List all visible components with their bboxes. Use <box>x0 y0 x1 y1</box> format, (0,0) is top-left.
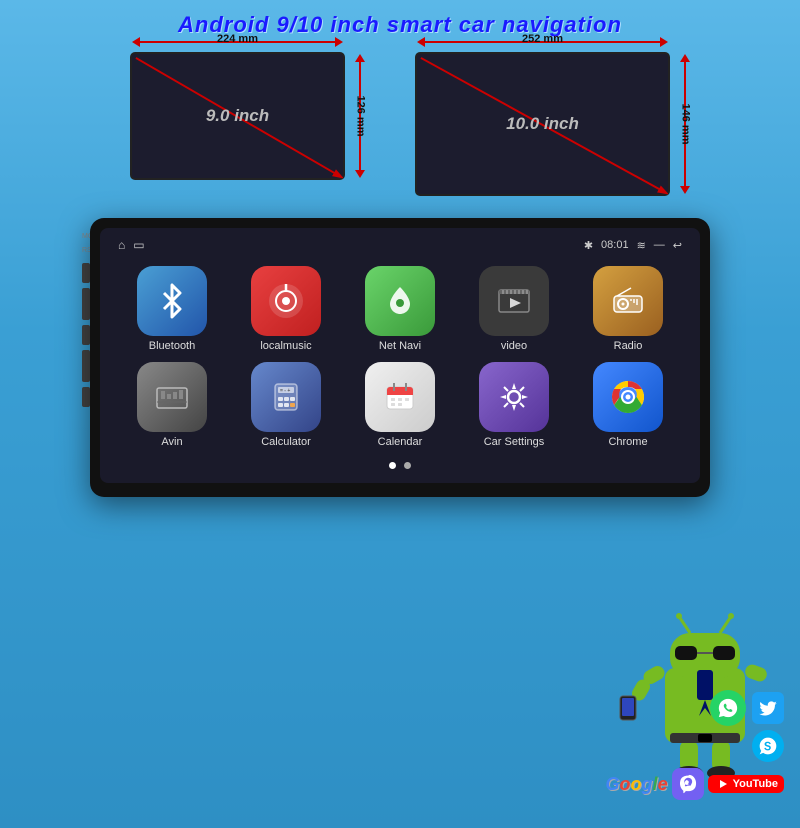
app-chrome[interactable]: Chrome <box>576 362 680 448</box>
avin-icon-bg <box>137 362 207 432</box>
app-netnavi[interactable]: Net Navi <box>348 266 452 352</box>
calendar-label: Calendar <box>378 436 423 448</box>
avin-label: Avin <box>161 436 182 448</box>
diagram-10inch: 252 mm 146 mm 10.0 inch <box>415 52 670 196</box>
app-calculator[interactable]: = - + Calculator <box>234 362 338 448</box>
back-icon: ↩ <box>673 239 682 252</box>
app-avin[interactable]: Avin <box>120 362 224 448</box>
app-radio[interactable]: Radio <box>576 266 680 352</box>
chrome-label: Chrome <box>608 436 647 448</box>
netnavi-label: Net Navi <box>379 340 421 352</box>
app-carsettings[interactable]: Car Settings <box>462 362 566 448</box>
bluetooth-status-icon: ✱ <box>584 239 593 252</box>
calculator-icon-bg: = - + <box>251 362 321 432</box>
page-dots <box>112 462 688 469</box>
skype-icon <box>752 730 784 762</box>
dot-1 <box>389 462 396 469</box>
signal-icon: ≋ <box>637 239 646 252</box>
app-localmusic[interactable]: localmusic <box>234 266 338 352</box>
carsettings-label: Car Settings <box>484 436 545 448</box>
netnavi-icon-bg <box>365 266 435 336</box>
video-label: video <box>501 340 527 352</box>
whatsapp-icon <box>710 690 746 726</box>
calculator-label: Calculator <box>261 436 311 448</box>
localmusic-icon-bg <box>251 266 321 336</box>
video-icon-bg <box>479 266 549 336</box>
bluetooth-label: Bluetooth <box>149 340 195 352</box>
bluetooth-icon-bg <box>137 266 207 336</box>
google-text: Google <box>606 774 668 795</box>
app-grid: Bluetooth localmusic <box>112 262 688 452</box>
carsettings-icon-bg <box>479 362 549 432</box>
youtube-icon: YouTube <box>708 775 784 793</box>
time-display: 08:01 <box>601 239 629 251</box>
diagram-9inch: 224 mm 126 mm 9.0 inch <box>130 52 345 196</box>
status-bar: ⌂ ▭ ✱ 08:01 ≋ — ↩ <box>112 236 688 254</box>
dim9-label: 9.0 inch <box>206 106 269 126</box>
app-bluetooth[interactable]: Bluetooth <box>120 266 224 352</box>
dim9-width: 224 mm <box>217 33 258 45</box>
dim9-height: 126 mm <box>355 96 367 137</box>
minimize-status-icon: ▭ <box>133 238 144 252</box>
dim10-width: 252 mm <box>522 33 563 45</box>
calendar-icon-bg <box>365 362 435 432</box>
localmusic-label: localmusic <box>260 340 311 352</box>
dim10-label: 10.0 inch <box>506 114 579 134</box>
dim10-height: 146 mm <box>680 104 692 145</box>
social-icons-container: Google YouTube <box>606 690 784 800</box>
minimize-icon: — <box>654 239 665 251</box>
car-unit: ⌂ ▭ ✱ 08:01 ≋ — ↩ <box>90 218 710 497</box>
svg-text:= - +: = - + <box>280 388 290 394</box>
page-title: Android 9/10 inch smart car navigation <box>0 0 800 38</box>
radio-icon-bg <box>593 266 663 336</box>
twitter-icon <box>752 692 784 724</box>
viber-icon <box>672 768 704 800</box>
home-status-icon: ⌂ <box>118 238 125 252</box>
dot-2 <box>404 462 411 469</box>
app-video[interactable]: video <box>462 266 566 352</box>
radio-label: Radio <box>614 340 643 352</box>
chrome-icon-bg <box>593 362 663 432</box>
car-screen: ⌂ ▭ ✱ 08:01 ≋ — ↩ <box>100 228 700 483</box>
app-calendar[interactable]: Calendar <box>348 362 452 448</box>
